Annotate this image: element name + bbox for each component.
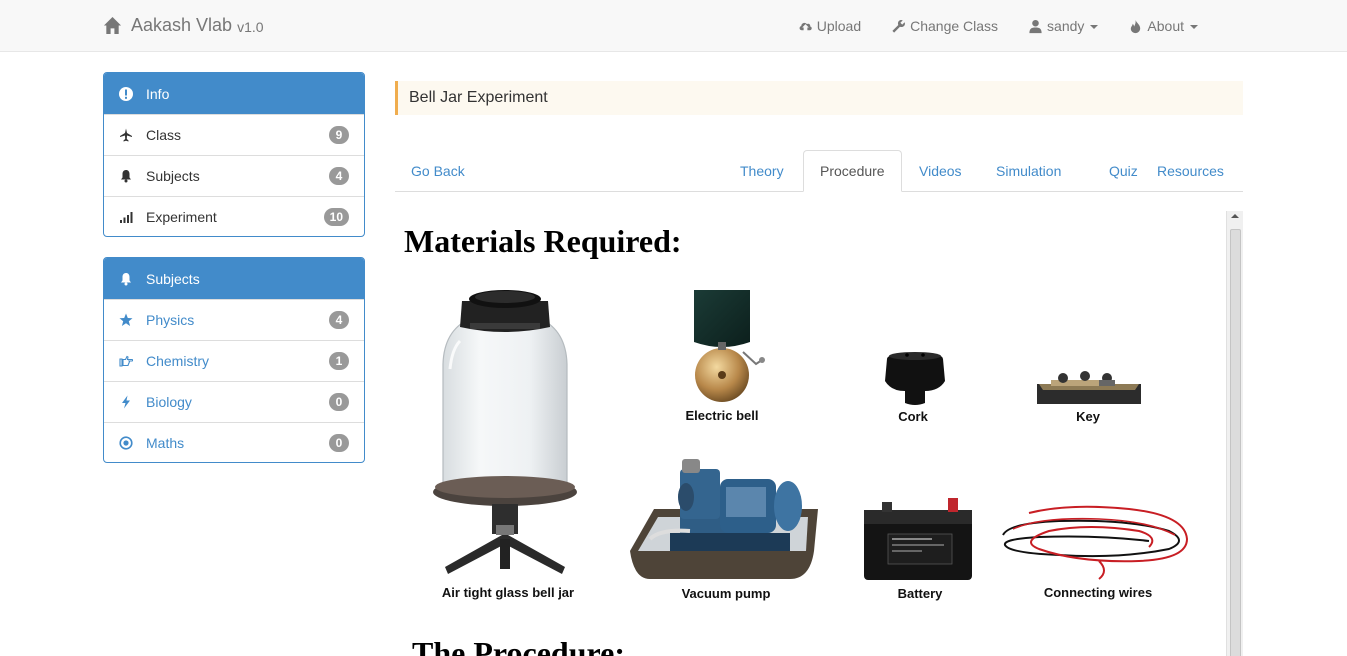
content-scrollbar[interactable] <box>1226 211 1243 656</box>
experiment-title-alert: Bell Jar Experiment <box>395 81 1243 115</box>
key-image <box>1037 371 1141 404</box>
record-icon <box>119 436 133 450</box>
bell-jar-image <box>433 290 577 574</box>
brand-link[interactable]: Aakash Vlab v1.0 <box>103 15 264 36</box>
go-back-link[interactable]: Go Back <box>395 150 481 192</box>
cork-image <box>885 352 945 405</box>
nav-upload[interactable]: Upload <box>783 0 876 52</box>
exclamation-sign-icon <box>119 86 133 101</box>
count-badge: 9 <box>329 126 349 144</box>
nav-change-class[interactable]: Change Class <box>876 0 1013 52</box>
material-caption: Key <box>1076 409 1100 424</box>
info-item-experiment[interactable]: Experiment 10 <box>104 196 364 236</box>
subjects-panel: Subjects Physics 4 Chemistry 1 Biology 0… <box>103 257 365 463</box>
tab-videos[interactable]: Videos <box>903 150 978 192</box>
count-badge: 10 <box>323 208 349 226</box>
nav-change-class-label: Change Class <box>910 18 999 34</box>
experiment-title: Bell Jar Experiment <box>409 89 548 106</box>
count-badge: 4 <box>329 167 349 185</box>
material-caption: Battery <box>897 586 943 601</box>
connecting-wires-image <box>1002 505 1189 580</box>
electric-bell-image <box>694 290 765 402</box>
chevron-down-icon <box>1190 25 1198 29</box>
tab-theory[interactable]: Theory <box>724 150 800 192</box>
material-caption: Cork <box>898 409 928 424</box>
nav-user-label: sandy <box>1047 18 1085 34</box>
tab-simulation[interactable]: Simulation <box>980 150 1077 192</box>
home-icon <box>103 16 122 35</box>
subject-item-label: Physics <box>146 312 195 328</box>
info-item-class[interactable]: Class 9 <box>104 114 364 155</box>
nav-about-label: About <box>1147 18 1184 34</box>
tab-resources[interactable]: Resources <box>1141 150 1240 192</box>
procedure-content-frame[interactable]: Materials Required: Air tight glass bell… <box>395 211 1243 656</box>
subjects-panel-title: Subjects <box>146 270 200 287</box>
top-navbar: Aakash Vlab v1.0 Upload Change Class san… <box>0 0 1347 52</box>
brand-version: v1.0 <box>237 19 264 35</box>
subject-item-label: Chemistry <box>146 353 210 369</box>
fire-icon <box>1131 19 1141 33</box>
info-panel-heading: Info <box>104 73 364 114</box>
battery-image <box>864 498 972 580</box>
nav-user-menu[interactable]: sandy <box>1013 0 1113 52</box>
scroll-thumb[interactable] <box>1230 229 1241 656</box>
tab-procedure[interactable]: Procedure <box>803 150 902 192</box>
vacuum-pump-image <box>630 459 818 579</box>
count-badge: 0 <box>329 434 349 452</box>
bell-icon <box>121 170 131 183</box>
info-panel-title: Info <box>146 85 170 102</box>
subjects-panel-heading: Subjects <box>104 258 364 299</box>
subject-item-physics[interactable]: Physics 4 <box>104 299 364 340</box>
subject-item-label: Biology <box>146 394 192 410</box>
nav-about-menu[interactable]: About <box>1113 0 1213 52</box>
bell-icon <box>121 272 131 285</box>
hand-right-icon <box>119 355 133 367</box>
count-badge: 4 <box>329 311 349 329</box>
info-item-label: Class <box>146 127 182 143</box>
scroll-up-arrow-icon[interactable] <box>1231 214 1239 218</box>
nav-upload-label: Upload <box>816 18 862 34</box>
brand-name: Aakash Vlab <box>131 15 233 35</box>
info-item-subjects[interactable]: Subjects 4 <box>104 155 364 196</box>
signal-icon <box>120 212 133 223</box>
count-badge: 1 <box>329 352 349 370</box>
subject-item-label: Maths <box>146 435 185 451</box>
flash-icon <box>122 395 130 409</box>
material-caption: Electric bell <box>685 408 759 423</box>
info-item-label: Subjects <box>146 168 200 184</box>
subject-item-chemistry[interactable]: Chemistry 1 <box>104 340 364 381</box>
cloud-upload-icon <box>799 22 812 30</box>
experiment-tabs: Go Back Theory Procedure Videos Simulati… <box>395 150 1243 192</box>
wrench-icon <box>892 19 906 33</box>
count-badge: 0 <box>329 393 349 411</box>
material-caption: Air tight glass bell jar <box>441 585 575 600</box>
procedure-heading: The Procedure: <box>412 635 625 656</box>
material-caption: Vacuum pump <box>681 586 771 601</box>
subject-item-maths[interactable]: Maths 0 <box>104 422 364 462</box>
chevron-down-icon <box>1090 25 1099 29</box>
star-icon <box>119 313 133 326</box>
info-item-label: Experiment <box>146 209 217 225</box>
subject-item-biology[interactable]: Biology 0 <box>104 381 364 422</box>
info-panel: Info Class 9 Subjects 4 Experiment 10 <box>103 72 365 237</box>
materials-heading: Materials Required: <box>404 223 682 259</box>
material-caption: Connecting wires <box>1043 585 1153 600</box>
user-icon <box>1029 19 1042 33</box>
plane-icon <box>120 128 132 142</box>
